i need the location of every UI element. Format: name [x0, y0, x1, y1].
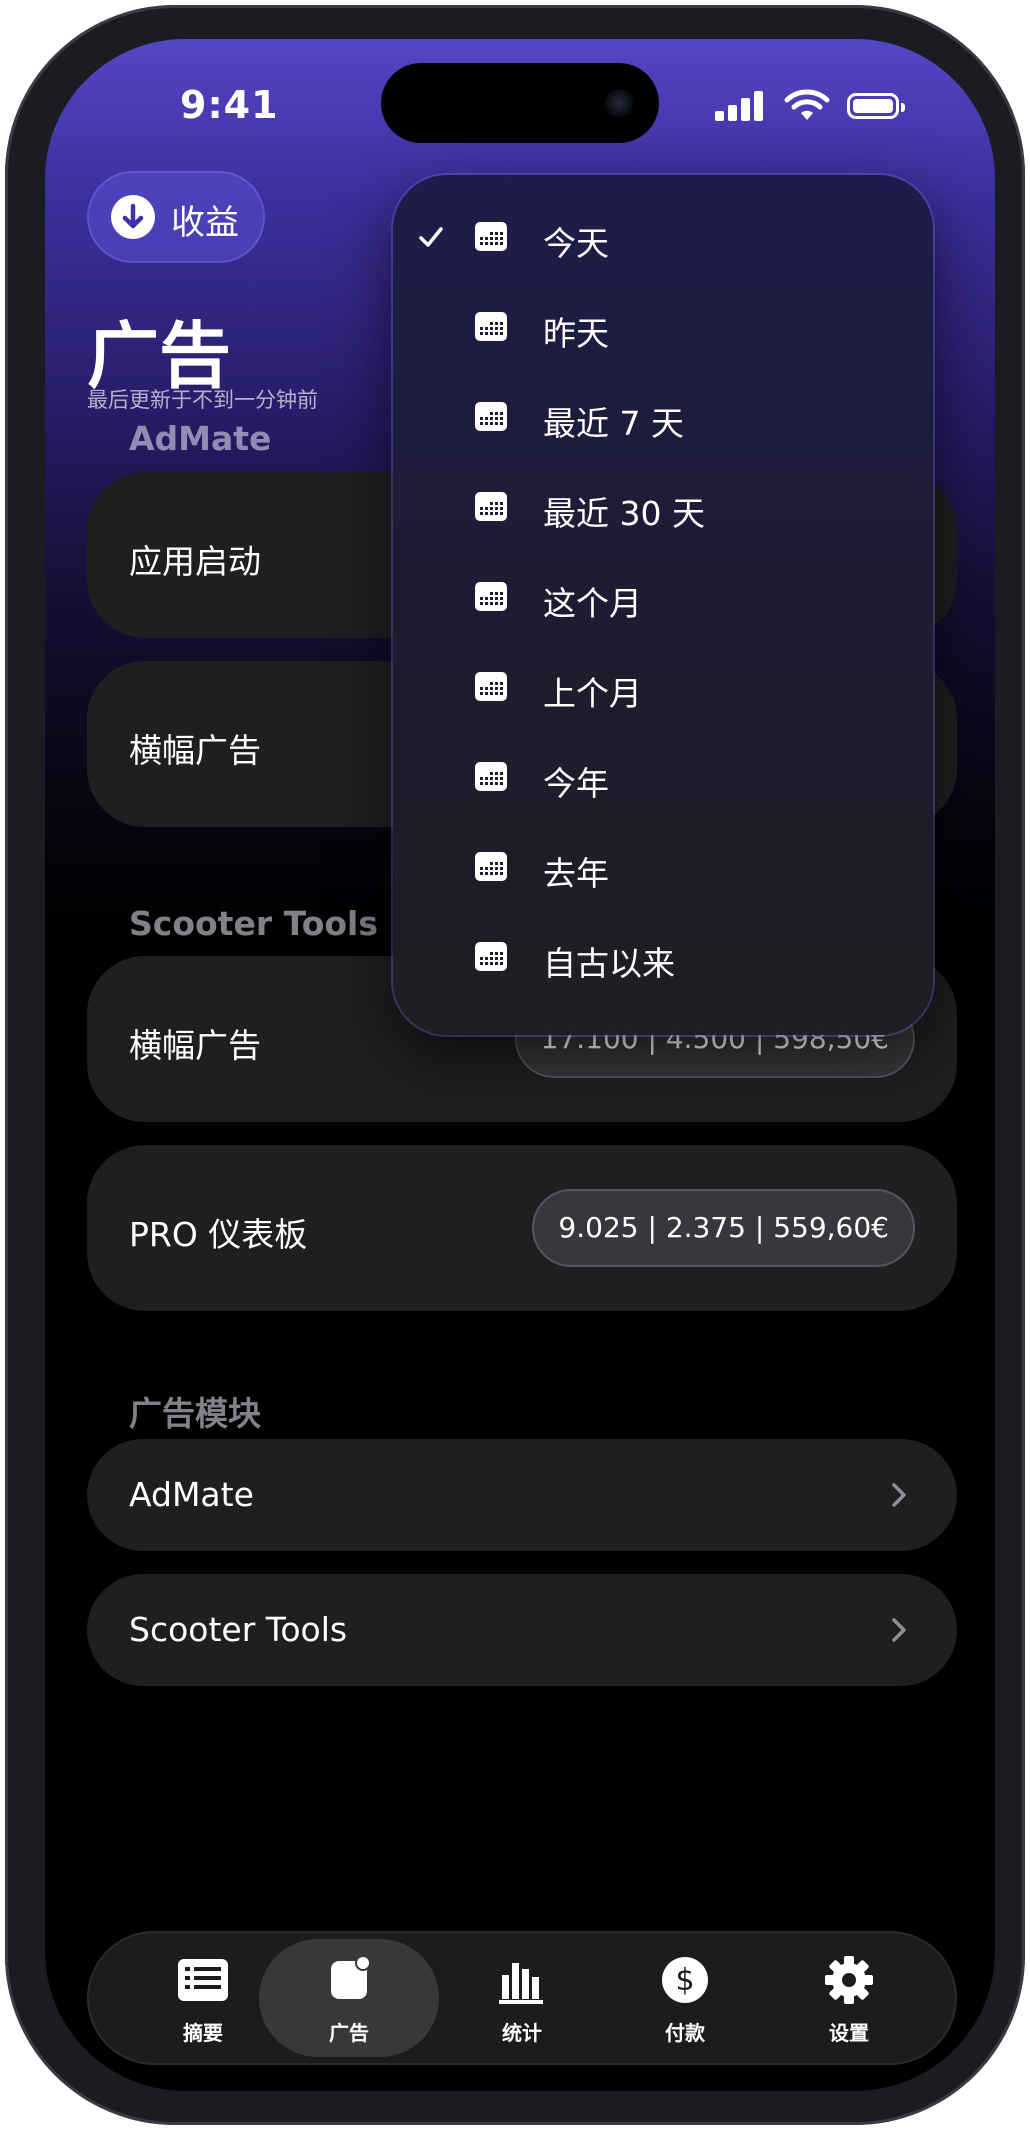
status-icons	[715, 89, 955, 121]
tab-stats[interactable]: 统计	[432, 1939, 612, 2057]
arrow-down-circle-icon	[111, 195, 155, 239]
stats-pill: 9.025 | 2.375 | 559,60€	[532, 1189, 915, 1267]
date-option[interactable]: 这个月	[393, 553, 933, 643]
calendar-icon	[475, 402, 507, 431]
wifi-icon	[784, 89, 830, 120]
tab-settings[interactable]: 设置	[759, 1939, 939, 2057]
date-option[interactable]: 最近 7 天	[393, 373, 933, 463]
ad-card-label: 应用启动	[129, 542, 261, 581]
list-icon	[178, 1959, 228, 2001]
date-option[interactable]: 今天	[393, 193, 933, 283]
module-link-admate[interactable]: AdMate	[87, 1439, 957, 1551]
phone-frame: 9:41 收益 广告 最后更新于不到一分钟前 AdMate 应用启动 横幅广告 …	[5, 5, 1025, 2125]
section-title-ad-modules: 广告模块	[129, 1394, 261, 1433]
date-option[interactable]: 上个月	[393, 643, 933, 733]
status-time: 9:41	[180, 83, 279, 127]
date-option[interactable]: 昨天	[393, 283, 933, 373]
earnings-button[interactable]: 收益	[87, 171, 265, 263]
tab-ads[interactable]: 广告	[259, 1939, 439, 2057]
ad-card-label: PRO 仪表板	[129, 1215, 308, 1254]
earnings-button-label: 收益	[171, 203, 239, 243]
date-range-menu: 今天昨天最近 7 天最近 30 天这个月上个月今年去年自古以来	[393, 175, 933, 1035]
tab-label: 设置	[829, 2021, 869, 2045]
date-option[interactable]: 今年	[393, 733, 933, 823]
date-option[interactable]: 去年	[393, 823, 933, 913]
svg-text:$: $	[675, 1963, 694, 1998]
signal-icon	[715, 91, 765, 121]
dynamic-island	[381, 63, 659, 143]
tab-label: 付款	[665, 2021, 705, 2045]
ad-card-pro-dashboard[interactable]: PRO 仪表板 9.025 | 2.375 | 559,60€	[87, 1145, 957, 1311]
screen: 9:41 收益 广告 最后更新于不到一分钟前 AdMate 应用启动 横幅广告 …	[45, 39, 995, 2091]
ad-card-label: 横幅广告	[129, 731, 261, 770]
module-link-scooter-tools[interactable]: Scooter Tools	[87, 1574, 957, 1686]
date-option-label: 上个月	[543, 674, 642, 713]
module-link-label: AdMate	[129, 1475, 254, 1514]
dollar-icon: $	[662, 1957, 708, 2003]
date-option-label: 去年	[543, 854, 609, 893]
calendar-icon	[475, 222, 507, 251]
calendar-icon	[475, 942, 507, 971]
ad-icon	[331, 1955, 371, 1999]
tab-label: 广告	[329, 2021, 369, 2045]
battery-icon	[847, 93, 905, 119]
bar-chart-icon	[499, 1963, 543, 2004]
section-title-admate: AdMate	[129, 419, 272, 458]
ad-card-label: 横幅广告	[129, 1026, 261, 1065]
chevron-right-icon	[892, 1618, 906, 1642]
section-title-scooter-tools: Scooter Tools	[129, 904, 379, 943]
gear-icon	[825, 1956, 873, 2004]
date-option-label: 最近 7 天	[543, 404, 684, 443]
date-option[interactable]: 自古以来	[393, 913, 933, 1003]
date-option-label: 今年	[543, 764, 609, 803]
date-option[interactable]: 最近 30 天	[393, 463, 933, 553]
tab-payments[interactable]: $ 付款	[595, 1939, 775, 2057]
date-option-label: 最近 30 天	[543, 494, 705, 533]
calendar-icon	[475, 582, 507, 611]
checkmark-icon	[419, 227, 443, 247]
date-option-label: 这个月	[543, 584, 642, 623]
module-link-label: Scooter Tools	[129, 1610, 348, 1649]
calendar-icon	[475, 672, 507, 701]
camera-icon	[605, 89, 633, 117]
last-updated-text: 最后更新于不到一分钟前	[87, 388, 318, 412]
chevron-right-icon	[892, 1483, 906, 1507]
date-option-label: 今天	[543, 224, 609, 263]
tab-bar: 摘要 广告 统计 $ 付款 设置	[87, 1931, 957, 2065]
calendar-icon	[475, 492, 507, 521]
calendar-icon	[475, 312, 507, 341]
calendar-icon	[475, 852, 507, 881]
calendar-icon	[475, 762, 507, 791]
date-option-label: 昨天	[543, 314, 609, 353]
tab-label: 统计	[502, 2021, 542, 2045]
date-option-label: 自古以来	[543, 944, 675, 983]
